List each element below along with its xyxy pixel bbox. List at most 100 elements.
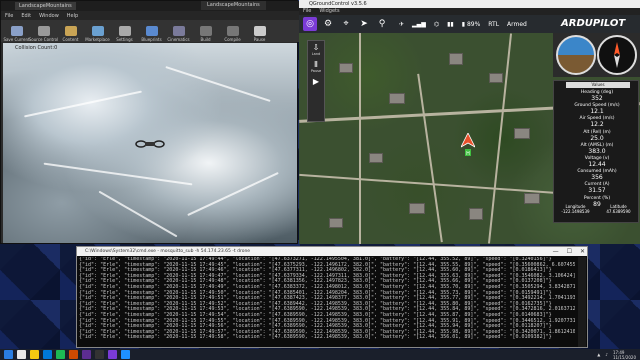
map-road: [487, 33, 513, 244]
flight-mode[interactable]: RTL: [488, 21, 499, 28]
toolbar-button-icon: [37, 26, 50, 36]
toolbar-button-icon: [172, 26, 185, 36]
analyze-icon[interactable]: ⚲: [375, 17, 389, 31]
telemetry-select[interactable]: Values: [566, 82, 630, 88]
toolbar-button-label: Blueprints: [141, 37, 162, 42]
qgc-menu-file[interactable]: File: [303, 8, 311, 15]
telemetry-icon[interactable]: ▮▮: [447, 21, 454, 28]
toolbar-button-icon: [10, 26, 23, 36]
map-road: [359, 33, 361, 244]
windows-start-icon[interactable]: [4, 350, 13, 359]
maximize-icon[interactable]: ☐: [567, 247, 572, 256]
tool-button-1[interactable]: Ⅱ Pause: [308, 60, 324, 73]
snow-ridge: [98, 190, 178, 238]
telemetry-item: Current (A) 31.57: [554, 182, 640, 194]
toolbar-button-3[interactable]: Marketplace: [84, 20, 111, 42]
fly-paper-plane-icon[interactable]: ➤: [357, 17, 371, 31]
map-house: [329, 218, 343, 228]
telemetry-value: 352: [591, 95, 603, 102]
map-house: [449, 53, 463, 65]
taskbar-app-icon[interactable]: [69, 350, 78, 359]
snow-ridge: [165, 66, 271, 102]
vehicle-arrow-icon[interactable]: H: [461, 133, 475, 163]
toolbar-button-0[interactable]: Save Current: [3, 20, 30, 42]
telemetry-item: Consumed (mAh) 356: [554, 169, 640, 181]
toolbar-button-icon: [91, 26, 104, 36]
taskbar-app-icon[interactable]: [30, 350, 39, 359]
plan-waypoint-icon[interactable]: ⌖: [339, 17, 353, 31]
command-prompt-window: C:\Windows\System32\cmd.exe - mosquitto_…: [76, 246, 588, 348]
system-tray: ▲ ♪ 17:49 11/15/2020: [597, 349, 636, 360]
armed-status[interactable]: Armed: [507, 21, 527, 28]
tool-button-0[interactable]: ⇩ Land: [308, 43, 324, 56]
network-icon[interactable]: ▲: [597, 352, 600, 357]
toolbar-button-icon: [145, 26, 158, 36]
qgc-logo-icon[interactable]: ◎: [303, 17, 317, 31]
menu-window[interactable]: Window: [39, 13, 59, 19]
toolbar-button-label: Content: [62, 37, 79, 42]
taskbar: [0, 349, 640, 360]
map-house: [409, 203, 425, 214]
toolbar-button-5[interactable]: Blueprints: [138, 20, 165, 42]
battery-indicator[interactable]: ▮ 89%: [462, 21, 481, 28]
toolbar-button-9[interactable]: Pause: [246, 20, 273, 42]
rc-signal-icon[interactable]: ▂▄▆: [412, 21, 426, 28]
minimize-icon[interactable]: —: [553, 247, 559, 256]
taskbar-app-icon[interactable]: [95, 350, 104, 359]
telemetry-value: 12.44: [588, 161, 606, 168]
qgc-menu-widgets[interactable]: Widgets: [319, 8, 339, 15]
map-road: [417, 73, 443, 243]
map-house: [339, 63, 353, 73]
settings-gear-icon[interactable]: ⚙: [321, 17, 335, 31]
tool-label: Land: [311, 52, 321, 56]
vehicle-icon[interactable]: ✈: [399, 21, 404, 28]
menu-file[interactable]: File: [5, 13, 13, 19]
toolbar-button-8[interactable]: Compile: [219, 20, 246, 42]
unreal-viewport[interactable]: Collision Count:0: [3, 43, 297, 243]
tool-label: Pause: [310, 69, 322, 73]
qgc-title-bar: QGroundControl v3.5.6: [299, 0, 640, 8]
console-scrollbar[interactable]: [578, 257, 586, 347]
toolbar-button-label: Save Current: [3, 37, 30, 42]
taskbar-app-icon[interactable]: [82, 350, 91, 359]
gps-icon[interactable]: ⌬: [434, 21, 439, 28]
telemetry-item: Ground Speed (m/s) 12.1: [554, 103, 640, 115]
clock[interactable]: 17:49 11/15/2020: [613, 350, 636, 360]
volume-icon[interactable]: ♪: [605, 352, 608, 357]
menu-help[interactable]: Help: [67, 13, 78, 19]
toolbar-button-7[interactable]: Build: [192, 20, 219, 42]
unreal-title-tab[interactable]: LandscapeMountains: [201, 1, 266, 10]
telemetry-value: 356: [591, 174, 603, 182]
toolbar-button-6[interactable]: Cinematics: [165, 20, 192, 42]
close-icon[interactable]: ✕: [580, 247, 585, 256]
unreal-menu-bar: File Edit Window Help: [1, 11, 299, 20]
toolbar-button-2[interactable]: Content: [57, 20, 84, 42]
taskbar-app-icon[interactable]: [56, 350, 65, 359]
snow-ridge: [24, 90, 142, 118]
tool-button-2[interactable]: ▶: [308, 77, 324, 86]
toolbar-button-icon: [199, 26, 212, 36]
toolbar-button-label: Cinematics: [167, 37, 190, 42]
collision-count: Collision Count:0: [15, 45, 58, 51]
unreal-level-tab[interactable]: LandscapeMountains: [15, 2, 76, 10]
battery-percent: 89%: [466, 20, 481, 28]
unreal-toolbar: Save Current Source Control Content Marketp…: [1, 20, 299, 42]
toolbar-button-icon: [226, 26, 239, 36]
telemetry-value: 12.2: [590, 121, 604, 129]
map-house: [489, 73, 503, 83]
taskbar-app-icon[interactable]: [17, 350, 26, 359]
taskbar-app-icon[interactable]: [121, 350, 130, 359]
taskbar-app-icon[interactable]: [43, 350, 52, 359]
latitude-value: 47.6389590: [606, 209, 631, 214]
toolbar-button-1[interactable]: Source Control: [29, 20, 58, 42]
taskbar-app-icon[interactable]: [108, 350, 117, 359]
tool-icon: Ⅱ: [314, 60, 318, 69]
telemetry-item: Alt (Rel) (m) 25.0: [554, 130, 640, 142]
toolbar-button-label: Build: [200, 37, 211, 42]
map-house: [524, 193, 540, 204]
menu-edit[interactable]: Edit: [21, 13, 31, 19]
telemetry-header: Values: [554, 81, 640, 89]
toolbar-button-4[interactable]: Settings: [111, 20, 138, 42]
gps-coordinates: Longitude -122.1498539 Latitude 47.63895…: [553, 204, 639, 224]
console-output[interactable]: {"id": "Erle", "timestamp": "2020-11-15 …: [79, 257, 575, 347]
